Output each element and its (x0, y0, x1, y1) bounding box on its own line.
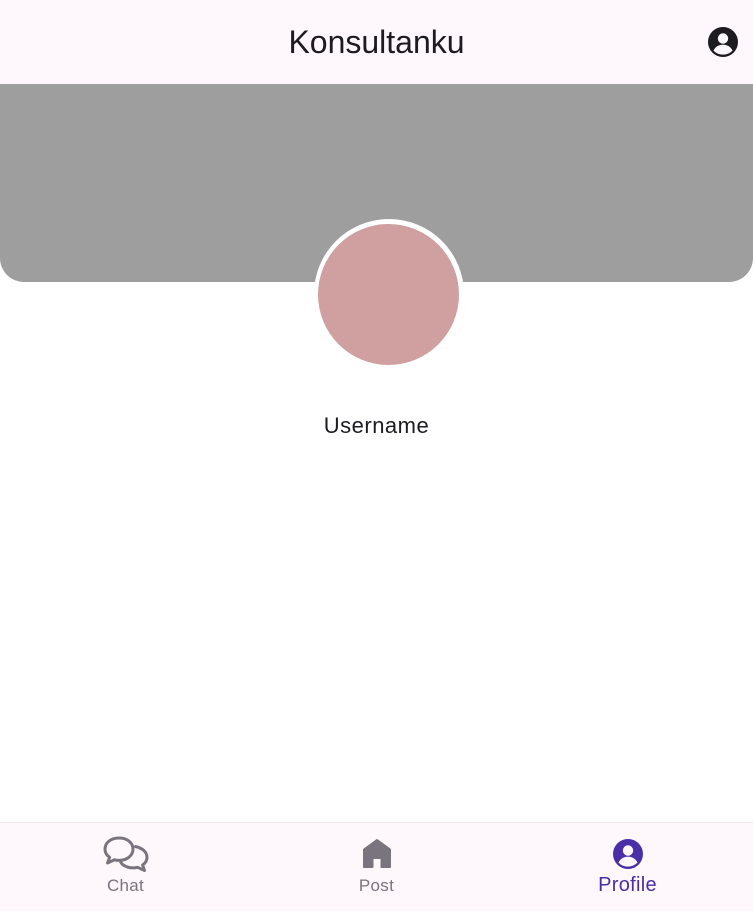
bottom-navigation-bar: Chat Post Profile (0, 822, 753, 911)
home-icon (362, 839, 391, 868)
nav-icon-wrap (362, 836, 392, 872)
account-circle-icon (708, 27, 738, 57)
nav-label-profile: Profile (598, 874, 657, 896)
nav-item-post[interactable]: Post (251, 823, 502, 912)
nav-label-post: Post (358, 876, 395, 895)
account-button[interactable] (704, 23, 742, 61)
username-label: Username (323, 413, 430, 438)
nav-icon-wrap (102, 836, 150, 872)
app-bar: Konsultanku (0, 0, 753, 84)
account-circle-icon (612, 839, 643, 869)
nav-icon-wrap (612, 836, 644, 872)
chat-bubbles-icon (103, 836, 148, 872)
avatar[interactable] (318, 224, 459, 365)
nav-item-profile[interactable]: Profile (502, 823, 753, 912)
app-title: Konsultanku (288, 24, 465, 60)
nav-label-chat: Chat (106, 876, 145, 895)
nav-item-chat[interactable]: Chat (0, 823, 251, 912)
